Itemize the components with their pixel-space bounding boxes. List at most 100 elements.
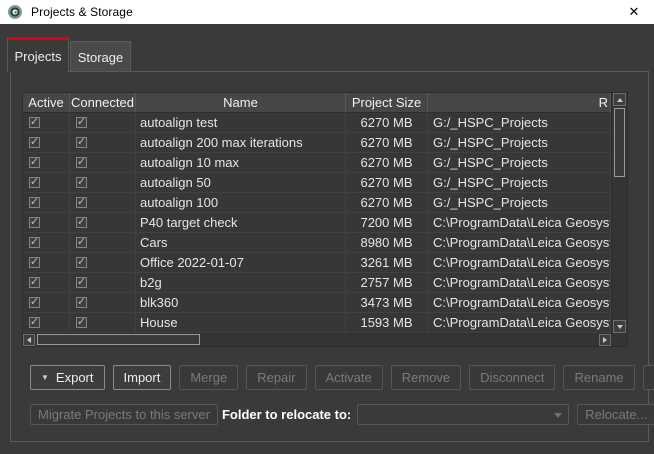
root-path-cell: C:\ProgramData\Leica Geosyst (428, 313, 611, 333)
table-row[interactable]: ✓ ✓ autoalign 506270 MBG:/_HSPC_Projects (23, 173, 611, 193)
active-cell: ✓ (23, 113, 70, 133)
scroll-up-icon[interactable] (613, 93, 626, 106)
active-checkbox[interactable]: ✓ (29, 277, 40, 288)
active-checkbox[interactable]: ✓ (29, 177, 40, 188)
table-row[interactable]: ✓✓b2g2757 MBC:\ProgramData\Leica Geosyst (23, 273, 611, 293)
connected-checkbox[interactable]: ✓ (76, 197, 87, 208)
scrollbar-corner (611, 333, 627, 346)
table-row[interactable]: ✓✓autoalign 1006270 MBG:/_HSPC_Projects (23, 193, 611, 213)
connected-cell: ✓ (70, 233, 136, 253)
checkmark-icon: ✓ (77, 297, 86, 308)
root-path-cell: C:\ProgramData\Leica Geosyst (428, 233, 611, 253)
project-size-cell: 3261 MB (346, 253, 428, 273)
table-header: Active Connected Name Project Size R (23, 93, 611, 113)
column-header-project-size[interactable]: Project Size (346, 93, 428, 113)
connected-checkbox[interactable]: ✓ (76, 137, 87, 148)
close-icon[interactable]: ✕ (614, 0, 654, 24)
connected-cell: ✓ (70, 213, 136, 233)
column-header-root[interactable]: R (428, 93, 611, 113)
column-header-connected[interactable]: Connected (70, 93, 136, 113)
project-size-cell: 6270 MB (346, 173, 428, 193)
project-name-cell: blk360 (136, 293, 346, 313)
table-row[interactable]: ✓✓autoalign test6270 MBG:/_HSPC_Projects (23, 113, 611, 133)
active-checkbox[interactable]: ✓ (29, 217, 40, 228)
active-checkbox[interactable]: ✓ (29, 317, 40, 328)
active-checkbox[interactable]: ✓ (29, 137, 40, 148)
checkmark-icon: ✓ (30, 297, 39, 308)
table-row[interactable]: ✓✓P40 target check7200 MBC:\ProgramData\… (23, 213, 611, 233)
vertical-scrollbar[interactable] (611, 93, 627, 333)
column-header-name[interactable]: Name (136, 93, 346, 113)
disconnect-button[interactable]: Disconnect (469, 365, 555, 390)
tab-storage[interactable]: Storage (70, 41, 131, 72)
project-name-cell: P40 target check (136, 213, 346, 233)
active-cell: ✓ (23, 313, 70, 333)
horizontal-scrollbar[interactable] (23, 333, 611, 346)
project-name-cell: autoalign test (136, 113, 346, 133)
export-button[interactable]: ▼Export (30, 365, 105, 390)
table-row[interactable]: ✓✓autoalign 10 max6270 MBG:/_HSPC_Projec… (23, 153, 611, 173)
project-name-cell: autoalign 200 max iterations (136, 133, 346, 153)
active-checkbox[interactable]: ✓ (29, 157, 40, 168)
table-row[interactable]: ✓✓Office 2022-01-073261 MBC:\ProgramData… (23, 253, 611, 273)
table-row[interactable]: ✓✓blk3603473 MBC:\ProgramData\Leica Geos… (23, 293, 611, 313)
table-row[interactable]: ✓✓House1593 MBC:\ProgramData\Leica Geosy… (23, 313, 611, 333)
merge-button-label: Merge (190, 370, 227, 385)
migrate-projects-button[interactable]: Migrate Projects to this server (30, 404, 218, 425)
activate-button-label: Activate (326, 370, 372, 385)
merge-button[interactable]: Merge (179, 365, 238, 390)
rename-button[interactable]: Rename (563, 365, 634, 390)
connected-checkbox[interactable]: ✓ (76, 157, 87, 168)
project-size-cell: 6270 MB (346, 133, 428, 153)
relocate-folder-select[interactable] (357, 404, 569, 425)
project-name-cell: autoalign 50 (136, 173, 346, 193)
table-row[interactable]: ✓✓Cars8980 MBC:\ProgramData\Leica Geosys… (23, 233, 611, 253)
export-button-label: Export (56, 370, 94, 385)
active-cell: ✓ (23, 173, 70, 193)
relocate-button[interactable]: Relocate... (577, 404, 654, 425)
table-row[interactable]: ✓✓autoalign 200 max iterations6270 MBG:/… (23, 133, 611, 153)
connected-cell: ✓ (70, 193, 136, 213)
checkmark-icon: ✓ (77, 197, 86, 208)
checkmark-icon: ✓ (77, 237, 86, 248)
root-path-cell: G:/_HSPC_Projects (428, 173, 611, 193)
horizontal-scroll-thumb[interactable] (37, 334, 200, 345)
checkmark-icon: ✓ (77, 157, 86, 168)
repair-button[interactable]: Repair (246, 365, 306, 390)
scroll-right-icon[interactable] (599, 334, 611, 346)
scroll-left-icon[interactable] (23, 334, 35, 346)
active-checkbox[interactable]: ✓ (29, 117, 40, 128)
connected-checkbox[interactable]: ✓ (76, 217, 87, 228)
scroll-down-icon[interactable] (613, 320, 626, 333)
checkmark-icon: ✓ (30, 197, 39, 208)
connected-checkbox[interactable]: ✓ (76, 237, 87, 248)
activate-button[interactable]: Activate (315, 365, 383, 390)
active-checkbox[interactable]: ✓ (29, 197, 40, 208)
import-button[interactable]: Import (113, 365, 172, 390)
connected-checkbox[interactable]: ✓ (76, 117, 87, 128)
vertical-scroll-thumb[interactable] (614, 108, 625, 177)
active-checkbox[interactable]: ✓ (29, 257, 40, 268)
connected-cell: ✓ (70, 253, 136, 273)
connected-checkbox[interactable]: ✓ (76, 317, 87, 328)
checkmark-icon: ✓ (30, 257, 39, 268)
window-title: Projects & Storage (31, 5, 133, 19)
project-size-cell: 3473 MB (346, 293, 428, 313)
tab-projects[interactable]: Projects (7, 37, 69, 72)
import-button-label: Import (124, 370, 161, 385)
active-checkbox[interactable]: ✓ (29, 237, 40, 248)
connected-checkbox[interactable]: ✓ (76, 277, 87, 288)
column-header-active[interactable]: Active (23, 93, 70, 113)
active-checkbox[interactable]: ✓ (29, 297, 40, 308)
connected-cell: ✓ (70, 313, 136, 333)
root-path-cell: C:\ProgramData\Leica Geosyst (428, 213, 611, 233)
cyclone-logo-icon (8, 5, 22, 19)
connected-checkbox[interactable]: ✓ (76, 297, 87, 308)
titlebar[interactable]: Projects & Storage ✕ (0, 0, 654, 24)
project-name-cell: House (136, 313, 346, 333)
connected-checkbox[interactable]: ✓ (76, 257, 87, 268)
de-activate-button[interactable]: De-activate (643, 365, 654, 390)
remove-button[interactable]: Remove (391, 365, 461, 390)
checkmark-icon: ✓ (30, 237, 39, 248)
connected-checkbox[interactable]: ✓ (76, 177, 87, 188)
